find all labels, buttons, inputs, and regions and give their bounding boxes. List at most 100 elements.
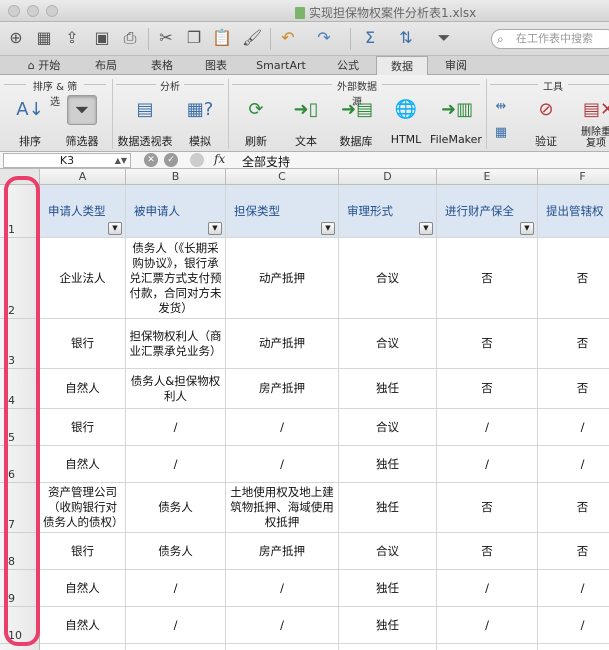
table-cell[interactable]: 动产抵押 xyxy=(226,319,339,369)
tab-home[interactable]: ⌂ 开始 xyxy=(14,56,74,75)
sort-button[interactable]: A↓ 排序 xyxy=(4,95,56,149)
header-cell[interactable]: 被申请人 ▼ xyxy=(126,185,226,238)
header-cell[interactable]: 担保类型 ▼ xyxy=(226,185,339,238)
confirm-entry-icon[interactable]: ✓ xyxy=(164,153,178,167)
autosum-icon[interactable]: Σ xyxy=(360,28,380,48)
column-header-c[interactable]: C xyxy=(226,169,339,185)
column-header-b[interactable]: B xyxy=(126,169,226,185)
table-cell[interactable]: 否 xyxy=(538,483,609,533)
filter-dropdown-icon[interactable]: ▼ xyxy=(108,222,122,235)
table-cell[interactable]: 债务人 xyxy=(126,533,226,570)
new-workbook-icon[interactable]: ⊕ xyxy=(6,28,26,48)
table-cell[interactable]: 否 xyxy=(538,238,609,319)
table-cell[interactable]: 否 xyxy=(437,319,538,369)
row-header[interactable]: 3 xyxy=(0,319,40,369)
table-cell[interactable]: 合议 xyxy=(339,533,437,570)
table-cell[interactable]: 独任 xyxy=(339,570,437,607)
table-cell[interactable]: 否 xyxy=(538,319,609,369)
formula-input[interactable]: 全部支持 xyxy=(242,153,290,170)
remove-duplicates-button[interactable]: ▤✕ 删除重复项 xyxy=(578,95,609,149)
table-cell[interactable]: 自然人 xyxy=(40,446,126,483)
table-cell[interactable]: / xyxy=(538,409,609,446)
table-cell[interactable]: 房产抵押 xyxy=(226,369,339,409)
table-cell[interactable]: 独任 xyxy=(339,369,437,409)
what-if-button[interactable]: ▦? 模拟 xyxy=(180,95,220,149)
table-cell[interactable]: / xyxy=(538,570,609,607)
html-import-button[interactable]: 🌐 HTML xyxy=(384,95,428,146)
minimize-window-button[interactable] xyxy=(27,5,39,17)
tab-smartart[interactable]: SmartArt xyxy=(244,56,318,75)
table-cell[interactable]: 合议 xyxy=(339,409,437,446)
table-cell[interactable]: 担保物权利人（商业汇票承兑业务） xyxy=(126,319,226,369)
sheet-search-input[interactable]: ⌕ 在工作表中搜索 xyxy=(491,29,609,49)
consolidate-button[interactable]: ▦ xyxy=(490,123,512,143)
header-cell[interactable]: 进行财产保全 ▼ xyxy=(437,185,538,238)
tab-formulas[interactable]: 公式 xyxy=(322,56,374,75)
table-cell[interactable]: 房产抵押 xyxy=(226,533,339,570)
row-header[interactable]: 4 xyxy=(0,369,40,409)
table-cell[interactable]: / xyxy=(226,607,339,644)
table-cell[interactable]: 否 xyxy=(437,238,538,319)
table-cell[interactable] xyxy=(40,644,126,650)
redo-icon[interactable]: ↷ xyxy=(314,28,334,48)
table-cell[interactable]: / xyxy=(126,607,226,644)
templates-icon[interactable]: ▦ xyxy=(34,28,54,48)
open-icon[interactable]: ⇪ xyxy=(62,28,82,48)
table-cell[interactable]: 否 xyxy=(437,483,538,533)
table-cell[interactable] xyxy=(226,644,339,650)
chevron-updown-icon[interactable]: ▲▼ xyxy=(115,154,127,167)
text-to-columns-button[interactable]: ⇹ xyxy=(490,97,512,117)
refresh-button[interactable]: ⟳ 刷新 xyxy=(234,95,278,149)
text-import-button[interactable]: ➜▯ 文本 xyxy=(284,95,328,149)
table-cell[interactable]: / xyxy=(437,409,538,446)
tab-charts[interactable]: 图表 xyxy=(190,56,242,75)
fx-icon[interactable]: fx xyxy=(214,152,225,166)
row-header[interactable]: 1 xyxy=(0,185,40,238)
zoom-window-button[interactable] xyxy=(46,5,58,17)
filter-dropdown-icon[interactable]: ▼ xyxy=(419,222,433,235)
column-header-f[interactable]: F xyxy=(538,169,609,185)
close-window-button[interactable] xyxy=(8,5,20,17)
select-all-corner[interactable] xyxy=(0,169,40,185)
sort-icon[interactable]: ⇅ xyxy=(396,28,416,48)
row-header[interactable]: 7 xyxy=(0,483,40,533)
table-cell[interactable]: / xyxy=(226,570,339,607)
table-cell[interactable]: 独任 xyxy=(339,607,437,644)
table-cell[interactable]: 动产抵押 xyxy=(226,238,339,319)
table-cell[interactable]: / xyxy=(538,446,609,483)
table-cell[interactable]: 自然人 xyxy=(40,607,126,644)
table-cell[interactable]: 资产管理公司（收购银行对债务人的债权） xyxy=(40,483,126,533)
table-cell[interactable] xyxy=(538,644,609,650)
row-header[interactable]: 8 xyxy=(0,533,40,570)
table-cell[interactable]: 债务人 xyxy=(126,483,226,533)
name-box[interactable]: K3 ▲▼ xyxy=(3,153,131,168)
row-header[interactable]: 10 xyxy=(0,607,40,644)
header-cell[interactable]: 提出管辖权▼ xyxy=(538,185,609,238)
table-cell[interactable]: / xyxy=(437,607,538,644)
copy-icon[interactable]: ❐ xyxy=(184,28,204,48)
table-cell[interactable]: 企业法人 xyxy=(40,238,126,319)
table-cell[interactable]: / xyxy=(126,446,226,483)
table-cell[interactable]: 否 xyxy=(538,369,609,409)
row-header[interactable]: 6 xyxy=(0,446,40,483)
table-cell[interactable]: 独任 xyxy=(339,446,437,483)
filter-dropdown-icon[interactable]: ▼ xyxy=(520,222,534,235)
table-cell[interactable]: 独任 xyxy=(339,483,437,533)
save-icon[interactable]: ▣ xyxy=(92,28,112,48)
tab-review[interactable]: 审阅 xyxy=(430,56,482,75)
format-painter-icon[interactable]: 🖌 xyxy=(242,28,262,48)
formula-builder-icon[interactable] xyxy=(190,153,204,167)
table-cell[interactable] xyxy=(339,644,437,650)
table-cell[interactable]: 否 xyxy=(538,533,609,570)
database-button[interactable]: ➜▤ 数据库 xyxy=(334,95,378,149)
table-cell[interactable]: / xyxy=(437,570,538,607)
table-cell[interactable]: 否 xyxy=(437,533,538,570)
header-cell[interactable]: 审理形式 ▼ xyxy=(339,185,437,238)
tab-data[interactable]: 数据 xyxy=(376,56,428,76)
paste-icon[interactable]: 📋 xyxy=(212,28,232,48)
table-cell[interactable]: 自然人 xyxy=(40,570,126,607)
table-cell[interactable]: / xyxy=(226,409,339,446)
header-cell[interactable]: 申请人类型 ▼ xyxy=(40,185,126,238)
row-header[interactable]: 5 xyxy=(0,409,40,446)
tab-layout[interactable]: 布局 xyxy=(80,56,132,75)
